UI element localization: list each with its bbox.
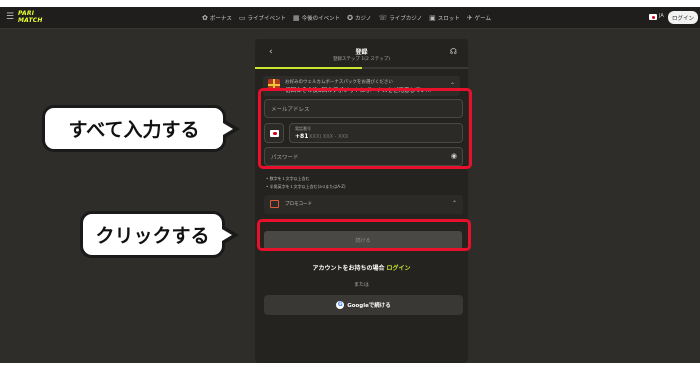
nav-item-1[interactable]: ✿ ボーナス xyxy=(202,12,232,24)
slot-icon: ▣ xyxy=(429,14,436,22)
modal-step-subtitle: 登録ステップ 1(2 ステップ) xyxy=(332,57,391,62)
nav-item-5[interactable]: ☏ ライブカジノ xyxy=(378,12,422,24)
continue-button-highlight xyxy=(257,219,471,251)
parimatch-logo[interactable]: PARI MATCH xyxy=(18,10,48,26)
or-divider: または xyxy=(353,282,369,288)
password-rule-digit: • 数字を１文字以上含む xyxy=(266,176,310,181)
live-casino-icon: ☏ xyxy=(378,14,388,22)
nav-item-3[interactable]: ▦ 今後のイベント xyxy=(293,12,340,24)
nav-item-7[interactable]: ✈ ゲーム xyxy=(467,12,491,24)
live-event-icon: ▭ xyxy=(238,14,246,22)
callout-arrow xyxy=(222,226,239,244)
nav-item-label: カジノ xyxy=(355,16,372,22)
promo-ticket-icon xyxy=(270,200,279,208)
nav-item-label: 今後のイベント xyxy=(301,16,341,22)
calendar-icon: ▦ xyxy=(293,14,300,22)
promo-code-selector[interactable]: プロモコード ⌃ xyxy=(264,195,463,214)
japan-flag-icon[interactable] xyxy=(649,14,657,20)
callout-click: クリックする xyxy=(80,211,225,258)
bonus-caption: お好みのウェルカムボーナスパックをお選びください xyxy=(285,80,393,85)
hamburger-menu-icon[interactable]: ☰ xyxy=(6,12,15,22)
support-headset-icon[interactable]: ☊ xyxy=(450,47,457,56)
game-icon: ✈ xyxy=(466,14,473,22)
chevron-updown-icon: ⌃ xyxy=(451,200,457,207)
nav-item-label: ボーナス xyxy=(209,16,232,22)
nav-item-6[interactable]: ▣ スロット xyxy=(429,12,460,24)
gift-icon: ✿ xyxy=(202,14,208,22)
nav-item-4[interactable]: ✪ カジノ xyxy=(347,12,371,24)
nav-item-label: ライブイベント xyxy=(247,16,287,22)
app-window: ☰ PARI MATCH ✿ ボーナス ▭ ライブイベント ▦ 今後のイベント ✪ カジノ ☏ ラ… xyxy=(0,7,700,363)
header-login-button[interactable]: ログイン xyxy=(668,11,698,24)
callout-arrow xyxy=(223,120,240,138)
nav-item-label: ライブカジノ xyxy=(389,16,423,22)
modal-title: 登録 xyxy=(355,49,368,56)
casino-icon: ✪ xyxy=(347,14,354,22)
promo-label: プロモコード xyxy=(285,202,312,207)
main-nav: ✿ ボーナス ▭ ライブイベント ▦ 今後のイベント ✪ カジノ ☏ ライブカジノ ▣ スロット ✈ ゲー… xyxy=(202,12,491,24)
callout-fill-all: すべて入力する xyxy=(42,105,226,152)
password-rule-letter: • 半角英字を１文字以上含む(a-zまたはA-Z) xyxy=(266,184,346,189)
step-progress-bar xyxy=(255,67,468,69)
login-link[interactable]: ログイン xyxy=(387,265,411,272)
have-account-text: アカウントをお持ちの場合 ログイン xyxy=(312,265,411,272)
google-label: Googleで続ける xyxy=(347,303,391,309)
nav-item-label: ゲーム xyxy=(474,16,491,22)
top-navigation-bar: ☰ PARI MATCH ✿ ボーナス ▭ ライブイベント ▦ 今後のイベント ✪ カジノ ☏ ラ… xyxy=(0,7,700,29)
google-icon: G xyxy=(336,301,345,309)
google-continue-button[interactable]: G Googleで続ける xyxy=(264,295,463,315)
nav-item-label: スロット xyxy=(437,16,460,22)
input-fields-highlight xyxy=(258,88,472,169)
step-progress-fill xyxy=(255,67,362,69)
nav-item-2[interactable]: ▭ ライブイベント xyxy=(239,12,286,24)
language-selector[interactable]: JA xyxy=(659,13,664,19)
